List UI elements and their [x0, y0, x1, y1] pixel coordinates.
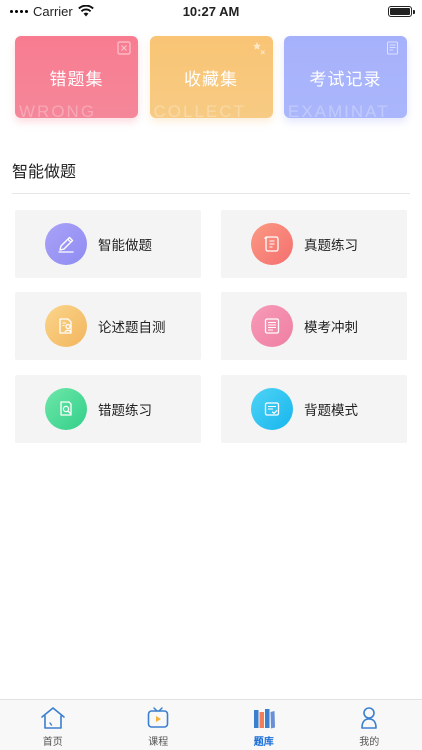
- mock-exam-sprint-item[interactable]: 模考冲刺: [221, 292, 407, 360]
- pencil-icon: [45, 223, 87, 265]
- tab-label: 题库: [253, 737, 274, 748]
- wrong-questions-card[interactable]: WRONG 错题集: [15, 36, 138, 118]
- memorize-mode-item[interactable]: 背题模式: [221, 375, 407, 443]
- section-title: 智能做题: [12, 162, 77, 181]
- status-bar: Carrier 10:27 AM: [0, 0, 422, 22]
- tab-question-bank[interactable]: 题库: [211, 700, 317, 750]
- home-icon: [40, 707, 65, 729]
- play-icon: [147, 707, 169, 728]
- top-cards: WRONG 错题集 COLLECT 收藏集 EXAMINAT 考试记录: [15, 36, 407, 118]
- card-label: 错题集: [49, 69, 104, 90]
- card-watermark: WRONG: [19, 102, 97, 118]
- tab-home[interactable]: 首页: [0, 700, 106, 750]
- tab-course[interactable]: 课程: [106, 700, 212, 750]
- star-icon: [252, 42, 265, 55]
- essay-self-test-item[interactable]: 论述题自测: [15, 292, 201, 360]
- books-icon: [253, 709, 275, 729]
- status-time: 10:27 AM: [182, 3, 240, 19]
- item-label: 背题模式: [304, 403, 358, 419]
- section-divider: [12, 193, 410, 194]
- item-label: 错题练习: [98, 403, 152, 419]
- status-left: Carrier: [10, 4, 94, 19]
- card-watermark: COLLECT: [153, 102, 246, 118]
- card-label: 收藏集: [184, 69, 238, 90]
- tab-label: 首页: [42, 737, 63, 748]
- document-icon: [251, 305, 293, 347]
- search-doc-icon: [45, 388, 87, 430]
- battery-icon: [388, 5, 415, 17]
- user-icon: [361, 707, 378, 729]
- checklist-icon: [251, 388, 293, 430]
- smart-practice-item[interactable]: 智能做题: [15, 210, 201, 278]
- scroll-icon: [251, 223, 293, 265]
- tab-bar: 首页 课程 题库 我的: [0, 699, 422, 750]
- card-label: 考试记录: [309, 69, 382, 90]
- signal-icon: [10, 9, 28, 13]
- item-label: 论述题自测: [98, 320, 166, 336]
- tab-mine[interactable]: 我的: [317, 700, 422, 750]
- item-label: 真题练习: [304, 238, 358, 254]
- item-label: 模考冲刺: [304, 320, 358, 336]
- card-watermark: EXAMINAT: [288, 102, 390, 118]
- item-label: 智能做题: [98, 238, 152, 254]
- tab-label: 课程: [148, 737, 169, 748]
- exam-records-card[interactable]: EXAMINAT 考试记录: [284, 36, 407, 118]
- real-exam-practice-item[interactable]: 真题练习: [221, 210, 407, 278]
- person-doc-icon: [45, 305, 87, 347]
- carrier-label: Carrier: [33, 3, 73, 19]
- close-box-icon: [117, 41, 131, 55]
- tab-label: 我的: [359, 737, 380, 748]
- wrong-question-practice-item[interactable]: 错题练习: [15, 375, 201, 443]
- notebook-icon: [386, 41, 399, 55]
- collection-card[interactable]: COLLECT 收藏集: [149, 36, 273, 118]
- wifi-icon: [77, 5, 94, 17]
